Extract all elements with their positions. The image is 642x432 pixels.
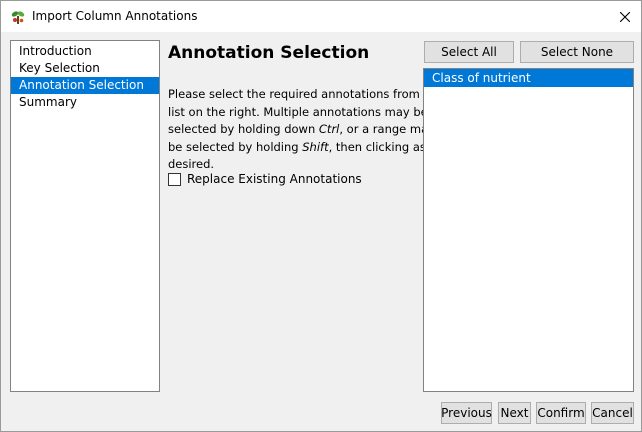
- select-none-button[interactable]: Select None: [520, 41, 634, 63]
- cancel-button[interactable]: Cancel: [591, 402, 634, 424]
- step-introduction[interactable]: Introduction: [11, 43, 159, 60]
- window-title: Import Column Annotations: [32, 9, 198, 23]
- annotation-list[interactable]: Class of nutrient: [423, 68, 634, 392]
- checkbox-box[interactable]: [168, 172, 181, 186]
- instructions-line: list on the right. Multiple annotations …: [168, 104, 428, 119]
- page-title: Annotation Selection: [168, 43, 370, 63]
- instructions-text: Please select the required annotations f…: [168, 86, 443, 174]
- title-bar: Import Column Annotations: [1, 1, 641, 32]
- previous-button[interactable]: Previous: [441, 402, 492, 424]
- step-summary[interactable]: Summary: [11, 94, 159, 111]
- wizard-steps-list: Introduction Key Selection Annotation Se…: [10, 40, 160, 392]
- checkbox-label: Replace Existing Annotations: [187, 172, 362, 186]
- close-icon: [620, 11, 630, 22]
- select-all-button[interactable]: Select All: [424, 41, 514, 63]
- step-annotation-selection[interactable]: Annotation Selection: [11, 77, 159, 94]
- annotation-item-class-of-nutrient[interactable]: Class of nutrient: [424, 69, 633, 87]
- import-dialog: Import Column Annotations Introduction K…: [0, 0, 642, 432]
- close-button[interactable]: [609, 1, 641, 32]
- replace-existing-annotations-checkbox[interactable]: Replace Existing Annotations: [168, 171, 362, 187]
- instructions-line: selected by holding down Ctrl, or a rang…: [168, 122, 435, 136]
- instructions-line: be selected by holding Shift, then click…: [168, 139, 426, 154]
- confirm-button[interactable]: Confirm: [536, 402, 586, 424]
- app-plant-icon: [11, 9, 25, 25]
- instructions-line: Please select the required annotations f…: [168, 87, 443, 101]
- next-button[interactable]: Next: [498, 402, 531, 424]
- step-key-selection[interactable]: Key Selection: [11, 60, 159, 77]
